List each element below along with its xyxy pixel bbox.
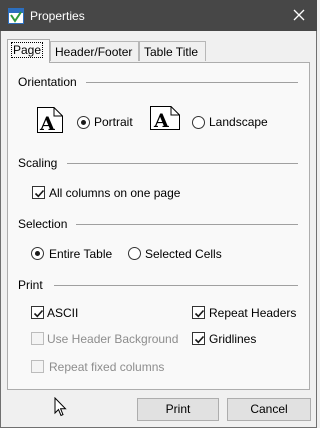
all-columns-checkbox[interactable]	[32, 186, 45, 199]
repeat-fixed-columns-checkbox[interactable]	[31, 360, 44, 373]
selected-cells-radio[interactable]	[128, 247, 141, 260]
landscape-radio[interactable]	[192, 116, 205, 129]
ascii-checkbox[interactable]	[31, 306, 44, 319]
entire-table-label: Entire Table	[49, 247, 113, 261]
ascii-label: ASCII	[47, 306, 79, 320]
landscape-page-icon: A	[150, 106, 180, 131]
print-group-label: Print	[18, 278, 43, 292]
window-title: Properties	[30, 9, 85, 23]
title-bar: Properties	[0, 0, 317, 31]
selection-separator	[76, 224, 298, 225]
close-icon	[293, 9, 305, 21]
tab-page-label: Page	[10, 42, 44, 58]
orientation-separator	[86, 82, 298, 83]
selected-cells-label: Selected Cells	[145, 247, 222, 261]
print-button[interactable]: Print	[137, 398, 219, 421]
cancel-button[interactable]: Cancel	[227, 398, 311, 421]
checkmark-icon	[194, 335, 205, 344]
landscape-glyph: A	[153, 110, 169, 131]
tab-page[interactable]: Page	[7, 39, 50, 63]
entire-table-radio[interactable]	[31, 247, 44, 260]
portrait-page-icon: A	[37, 107, 63, 134]
checkmark-icon	[34, 189, 45, 198]
selection-group-label: Selection	[18, 217, 68, 231]
scaling-group-label: Scaling	[18, 156, 58, 170]
close-button[interactable]	[281, 0, 317, 31]
portrait-label: Portrait	[94, 115, 133, 129]
repeat-fixed-columns-label: Repeat fixed columns	[49, 360, 165, 374]
all-columns-label: All columns on one page	[49, 186, 181, 200]
portrait-glyph: A	[39, 113, 55, 134]
checkmark-icon	[194, 309, 205, 318]
orientation-group-label: Orientation	[18, 75, 77, 89]
print-separator	[54, 285, 298, 286]
repeat-headers-label: Repeat Headers	[209, 306, 297, 320]
use-header-background-label: Use Header Background	[47, 332, 179, 346]
tab-table-title[interactable]: Table Title	[139, 41, 206, 61]
landscape-label: Landscape	[209, 115, 268, 129]
gridlines-checkbox[interactable]	[192, 332, 205, 345]
app-icon	[8, 8, 24, 24]
use-header-background-checkbox[interactable]	[31, 332, 44, 345]
repeat-headers-checkbox[interactable]	[192, 306, 205, 319]
mouse-cursor-icon	[54, 397, 67, 417]
portrait-radio[interactable]	[77, 116, 90, 129]
gridlines-label: Gridlines	[209, 332, 257, 346]
tab-table-title-label: Table Title	[144, 45, 199, 59]
tab-header-footer-label: Header/Footer	[55, 45, 133, 59]
scaling-separator	[67, 163, 298, 164]
checkmark-icon	[33, 309, 44, 318]
tab-header-footer[interactable]: Header/Footer	[50, 41, 139, 61]
